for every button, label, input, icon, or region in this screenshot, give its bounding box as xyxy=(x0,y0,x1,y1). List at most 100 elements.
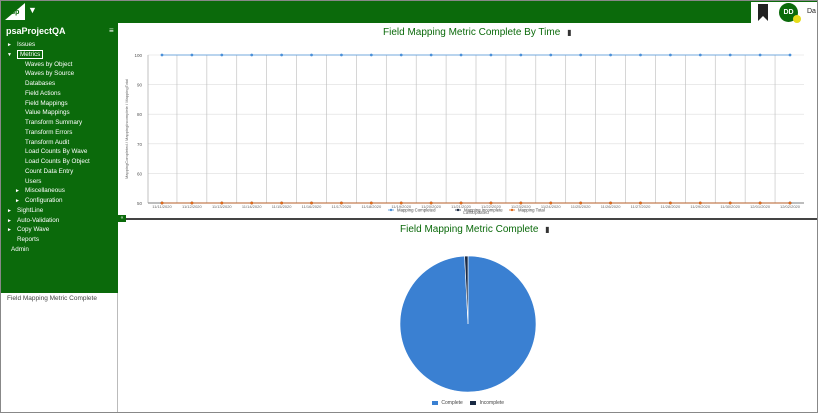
device-icon[interactable]: ▮ xyxy=(567,28,571,37)
sidebar-item-copy-wave[interactable]: ► Copy Wave xyxy=(7,226,49,234)
x-tick-label: 11/28/2020 xyxy=(661,204,681,209)
app-menu-caret-icon[interactable]: ▼ xyxy=(28,5,37,15)
y-tick-label: 70 xyxy=(137,142,143,147)
data-point xyxy=(728,201,732,205)
data-point xyxy=(429,53,433,57)
sidebar-item-miscellaneous[interactable]: ► Miscellaneous xyxy=(15,187,65,195)
legend-label: Mapping Incomplete xyxy=(464,208,503,213)
data-point xyxy=(190,201,194,205)
data-point xyxy=(579,201,583,205)
data-point xyxy=(609,201,612,205)
x-tick-label: 11/25/2020 xyxy=(571,204,591,209)
data-point xyxy=(399,53,403,57)
sidebar-item-label: Metrics xyxy=(17,49,44,59)
app-logo[interactable]: dsp xyxy=(5,3,25,20)
data-point xyxy=(250,201,254,205)
sidebar-item-label: Waves by Object xyxy=(25,60,73,68)
legend-label-incomplete[interactable]: Incomplete xyxy=(480,400,504,406)
sidebar-item-transform-errors[interactable]: Transform Errors xyxy=(25,129,72,137)
data-point xyxy=(639,201,642,205)
data-point xyxy=(310,53,313,57)
data-point xyxy=(369,53,373,57)
sidebar-item-load-counts-by-wave[interactable]: Load Counts By Wave xyxy=(25,148,87,156)
legend-swatch-complete xyxy=(432,400,438,405)
data-point xyxy=(549,201,553,205)
panel-item-label[interactable]: Field Mapping Metric Complete xyxy=(7,295,97,302)
pie-chart xyxy=(399,255,537,393)
x-tick-label: 11/14/2020 xyxy=(242,204,262,209)
sidebar-item-label: Load Counts By Wave xyxy=(25,148,88,156)
data-point xyxy=(160,201,164,205)
data-point xyxy=(489,201,493,205)
sidebar-item-admin[interactable]: Admin xyxy=(11,246,29,254)
device-icon[interactable]: ▮ xyxy=(545,225,549,234)
data-point xyxy=(758,201,762,205)
sidebar-item-label: Transform Errors xyxy=(25,128,73,136)
collapse-panel-button[interactable]: « xyxy=(118,215,126,222)
sidebar-toggle-icon[interactable]: ≡ xyxy=(109,26,114,35)
sidebar-item-transform-audit[interactable]: Transform Audit xyxy=(25,139,69,147)
x-tick-label: 12/01/2020 xyxy=(750,204,771,209)
sidebar-item-label: Users xyxy=(25,177,42,185)
sidebar-item-label: Reports xyxy=(17,236,40,243)
data-point xyxy=(280,53,284,57)
sidebar-item-auto-validation[interactable]: ► Auto-Validation xyxy=(7,217,59,225)
svg-text:dsp: dsp xyxy=(7,9,19,16)
data-point xyxy=(340,53,343,57)
bookmark-icon[interactable] xyxy=(757,4,769,21)
caret-right-icon: ► xyxy=(7,207,12,214)
sidebar-item-label: Auto-Validation xyxy=(17,216,60,224)
y-tick-label: 80 xyxy=(137,112,143,117)
data-point xyxy=(250,53,254,57)
sidebar-item-value-mappings[interactable]: Value Mappings xyxy=(25,109,70,117)
y-tick-label: 60 xyxy=(137,171,143,176)
data-point xyxy=(310,201,313,205)
data-point xyxy=(280,201,284,205)
sidebar-item-transform-summary[interactable]: Transform Summary xyxy=(25,119,82,127)
sidebar-item-label: Count Data Entry xyxy=(25,167,74,175)
data-point xyxy=(399,201,403,205)
data-point xyxy=(459,53,463,57)
sidebar-item-metrics[interactable]: ▼ Metrics xyxy=(7,49,44,59)
x-tick-label: 11/17/2020 xyxy=(332,204,352,209)
data-point xyxy=(340,201,343,205)
sidebar-item-label: Miscellaneous xyxy=(25,187,65,195)
sidebar-item-count-data-entry[interactable]: Count Data Entry xyxy=(25,168,73,176)
status-dot-icon xyxy=(793,15,801,23)
x-tick-label: 11/12/2020 xyxy=(182,204,202,209)
sidebar-item-databases[interactable]: Databases xyxy=(25,80,55,88)
user-name-short[interactable]: Da xyxy=(807,8,816,15)
sidebar-item-field-actions[interactable]: Field Actions xyxy=(25,90,61,98)
sidebar-item-reports[interactable]: Reports xyxy=(7,236,39,244)
sidebar: psaProjectQA ≡ ► Issues ▼ Metrics Waves by O… xyxy=(1,23,118,293)
x-tick-label: 11/15/2020 xyxy=(272,204,292,209)
y-axis-label: MappingCompleted / MappingIncomplete / M… xyxy=(124,79,129,179)
panel-divider[interactable] xyxy=(118,218,817,220)
data-point xyxy=(758,53,762,57)
sidebar-item-label: Transform Summary xyxy=(25,119,83,126)
y-tick-label: 100 xyxy=(134,53,142,58)
sidebar-item-users[interactable]: Users xyxy=(25,178,41,186)
y-tick-label: 50 xyxy=(137,201,143,206)
data-point xyxy=(668,201,672,205)
data-point xyxy=(698,53,702,57)
sidebar-item-issues[interactable]: ► Issues xyxy=(7,41,35,49)
line-chart: 50 60 70 80 90 100 11/11/2020 11/12/2020 11/13/2… xyxy=(124,53,804,215)
sidebar-item-waves-by-object[interactable]: Waves by Object xyxy=(25,61,72,69)
x-tick-label: 11/16/2020 xyxy=(302,204,322,209)
data-point xyxy=(579,53,583,57)
sidebar-item-configuration[interactable]: ► Configuration xyxy=(15,197,62,205)
legend-label-complete[interactable]: Complete xyxy=(441,400,462,406)
sidebar-item-sightline[interactable]: ► SightLine xyxy=(7,207,43,215)
sidebar-item-waves-by-source[interactable]: Waves by Source xyxy=(25,70,74,78)
legend-label: Mapping Completed xyxy=(397,208,436,213)
data-point xyxy=(698,201,702,205)
sidebar-item-field-mappings[interactable]: Field Mappings xyxy=(25,100,68,108)
sidebar-item-label: Issues xyxy=(17,41,36,48)
sidebar-item-load-counts-by-object[interactable]: Load Counts By Object xyxy=(25,158,90,166)
app-window: dsp ▼ DD Da psaProjectQA ≡ ► Issues ▼ Metri… xyxy=(0,0,818,413)
data-point xyxy=(788,53,792,57)
caret-down-icon: ▼ xyxy=(7,51,12,58)
pie-legend: Complete Incomplete xyxy=(432,400,504,406)
project-title[interactable]: psaProjectQA xyxy=(6,26,66,36)
